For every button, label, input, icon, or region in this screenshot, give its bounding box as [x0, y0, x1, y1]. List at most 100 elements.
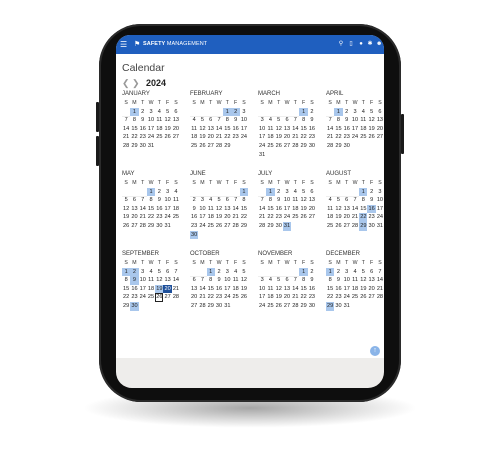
day-cell[interactable]: 2 [367, 188, 375, 197]
day-cell[interactable]: 7 [198, 276, 206, 285]
day-cell[interactable]: 8 [130, 116, 138, 125]
day-cell[interactable]: 25 [172, 213, 180, 222]
day-cell[interactable]: 28 [122, 142, 130, 151]
day-cell[interactable]: 19 [275, 133, 283, 142]
day-cell[interactable]: 20 [190, 293, 198, 302]
day-cell[interactable]: 17 [376, 205, 384, 214]
day-cell[interactable]: 12 [299, 196, 307, 205]
day-cell[interactable]: 2 [155, 188, 163, 197]
search-icon[interactable]: ⚲ [338, 41, 344, 47]
day-cell[interactable]: 28 [291, 302, 299, 311]
day-cell[interactable]: 16 [139, 125, 147, 134]
day-cell[interactable]: 23 [231, 133, 239, 142]
day-cell[interactable]: 13 [190, 285, 198, 294]
day-cell[interactable]: 3 [240, 108, 248, 117]
day-cell[interactable]: 12 [163, 116, 171, 125]
day-cell[interactable]: 17 [343, 285, 351, 294]
day-cell[interactable]: 20 [163, 284, 172, 294]
day-cell[interactable]: 24 [376, 213, 384, 222]
day-cell[interactable]: 24 [351, 133, 359, 142]
day-cell[interactable]: 23 [308, 133, 316, 142]
day-cell[interactable]: 1 [146, 187, 156, 197]
day-cell[interactable]: 10 [223, 276, 231, 285]
day-cell[interactable]: 19 [240, 285, 248, 294]
day-cell[interactable]: 14 [198, 285, 206, 294]
day-cell[interactable]: 15 [299, 285, 307, 294]
day-cell[interactable]: 21 [291, 133, 299, 142]
day-cell[interactable]: 4 [266, 276, 274, 285]
day-cell[interactable]: 24 [163, 213, 171, 222]
day-cell[interactable]: 9 [308, 116, 316, 125]
day-cell[interactable]: 30 [308, 302, 316, 311]
day-cell[interactable]: 23 [139, 133, 147, 142]
notification-icon[interactable]: ● [358, 41, 364, 47]
day-cell[interactable]: 29 [130, 142, 138, 151]
day-cell[interactable]: 22 [223, 133, 231, 142]
day-cell[interactable]: 12 [122, 205, 130, 214]
day-cell[interactable]: 25 [190, 142, 198, 151]
day-cell[interactable]: 31 [147, 142, 155, 151]
day-cell[interactable]: 9 [130, 276, 139, 285]
day-cell[interactable]: 20 [283, 133, 291, 142]
day-cell[interactable]: 28 [258, 222, 266, 231]
day-cell[interactable]: 12 [215, 205, 223, 214]
day-cell[interactable]: 24 [223, 293, 231, 302]
day-cell[interactable]: 5 [359, 268, 367, 277]
day-cell[interactable]: 1 [359, 187, 368, 197]
day-cell[interactable]: 29 [147, 222, 155, 231]
day-cell[interactable]: 7 [215, 116, 223, 125]
day-cell[interactable]: 28 [139, 222, 147, 231]
day-cell[interactable]: 14 [172, 276, 180, 285]
day-cell[interactable]: 25 [359, 133, 367, 142]
day-cell[interactable]: 28 [351, 222, 359, 231]
day-cell[interactable]: 8 [207, 276, 215, 285]
day-cell[interactable]: 8 [122, 276, 130, 285]
day-cell[interactable]: 29 [122, 302, 130, 311]
day-cell[interactable]: 24 [147, 133, 155, 142]
day-cell[interactable]: 6 [283, 276, 291, 285]
day-cell[interactable]: 26 [275, 142, 283, 151]
day-cell[interactable]: 21 [326, 133, 334, 142]
day-cell[interactable]: 25 [351, 293, 359, 302]
day-cell[interactable]: 20 [367, 285, 375, 294]
day-cell[interactable]: 27 [223, 222, 231, 231]
day-cell[interactable]: 4 [231, 268, 239, 277]
day-cell[interactable]: 2 [334, 268, 342, 277]
day-cell[interactable]: 7 [231, 196, 239, 205]
day-cell[interactable]: 4 [172, 188, 180, 197]
day-cell[interactable]: 19 [122, 213, 130, 222]
day-cell[interactable]: 16 [275, 205, 283, 214]
day-cell[interactable]: 20 [130, 213, 138, 222]
day-cell[interactable]: 28 [198, 302, 206, 311]
day-cell[interactable]: 1 [299, 107, 308, 117]
previous-year-button[interactable]: ❮ [122, 78, 130, 89]
day-cell[interactable]: 27 [283, 142, 291, 151]
day-cell[interactable]: 11 [351, 276, 359, 285]
day-cell[interactable]: 5 [163, 108, 171, 117]
next-year-button[interactable]: ❯ [132, 78, 140, 89]
day-cell[interactable]: 4 [326, 196, 334, 205]
day-cell[interactable]: 10 [376, 196, 384, 205]
day-cell[interactable]: 22 [299, 133, 307, 142]
day-cell[interactable]: 24 [283, 213, 291, 222]
day-cell[interactable]: 14 [351, 205, 359, 214]
day-cell[interactable]: 5 [334, 196, 342, 205]
day-cell[interactable]: 9 [139, 116, 147, 125]
day-cell[interactable]: 8 [334, 116, 342, 125]
day-cell[interactable]: 10 [139, 276, 147, 285]
day-cell[interactable]: 17 [147, 125, 155, 134]
day-cell[interactable]: 21 [291, 293, 299, 302]
day-cell[interactable]: 2 [190, 196, 198, 205]
day-cell[interactable]: 6 [223, 196, 231, 205]
day-cell[interactable]: 6 [190, 276, 198, 285]
day-cell[interactable]: 3 [343, 268, 351, 277]
day-cell[interactable]: 27 [308, 213, 316, 222]
day-cell[interactable]: 29 [207, 302, 215, 311]
day-cell[interactable]: 25 [326, 222, 334, 231]
day-cell[interactable]: 31 [223, 302, 231, 311]
day-cell[interactable]: 5 [240, 268, 248, 277]
day-cell[interactable]: 9 [334, 276, 342, 285]
day-cell[interactable]: 15 [240, 205, 248, 214]
day-cell[interactable]: 16 [343, 125, 351, 134]
day-cell[interactable]: 25 [147, 293, 155, 302]
